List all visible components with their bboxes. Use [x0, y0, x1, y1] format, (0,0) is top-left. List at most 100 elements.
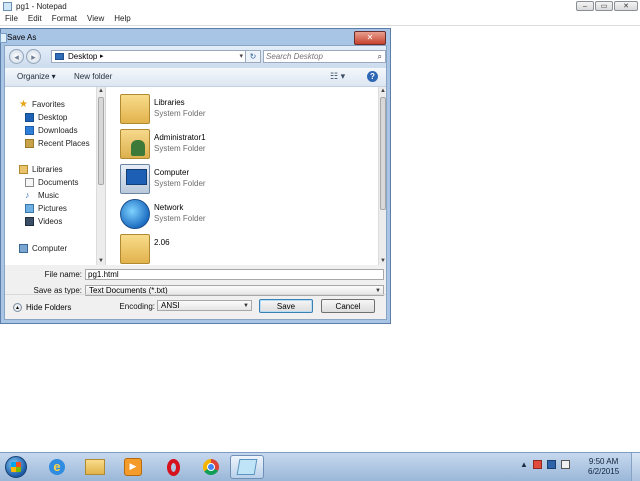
scroll-up-icon[interactable]: ▲ [380, 88, 386, 94]
dialog-icon [0, 33, 7, 43]
encoding-value: ANSI [161, 301, 180, 310]
taskbar-chrome[interactable] [194, 455, 228, 479]
navigation-bar: ◂ ▸ Desktop ▸ ▾ ↻ ⌕ [5, 46, 386, 68]
address-bar[interactable]: Desktop ▸ ▾ [51, 50, 247, 63]
nav-libraries[interactable]: Libraries [19, 163, 63, 175]
back-button[interactable]: ◂ [9, 49, 24, 64]
scroll-down-icon[interactable]: ▼ [98, 258, 104, 264]
nav-pictures-label: Pictures [38, 203, 67, 213]
file-list: Libraries System Folder Administrator1 S… [106, 87, 386, 265]
maximize-button[interactable]: ▭ [595, 1, 613, 11]
file-name-input[interactable] [88, 270, 356, 279]
taskbar-media-player[interactable]: ▶ [116, 455, 150, 479]
minimize-button[interactable]: – [576, 1, 594, 11]
view-options-button[interactable]: ☷ ▾ [330, 71, 345, 82]
desktop-icon [25, 112, 34, 122]
help-icon[interactable]: ? [367, 71, 378, 82]
menu-format[interactable]: Format [47, 13, 82, 25]
file-type: System Folder [154, 214, 206, 223]
chrome-icon [203, 459, 219, 475]
file-list-scrollbar[interactable]: ▲ ▼ [378, 87, 386, 265]
recent-places-icon [25, 138, 34, 148]
show-hidden-icons-icon[interactable]: ▲ [520, 460, 528, 469]
cancel-button[interactable]: Cancel [321, 299, 375, 313]
command-toolbar: Organize ▾ New folder ☷ ▾ ? [5, 68, 386, 87]
navigation-pane: ★ Favorites Desktop Downloads Recent Pla… [5, 87, 106, 265]
search-input[interactable] [266, 51, 370, 62]
nav-pane-scrollbar[interactable]: ▲ ▼ [96, 87, 105, 265]
network-status-icon[interactable] [546, 460, 556, 469]
encoding-label: Encoding: [119, 302, 155, 311]
taskbar-internet-explorer[interactable]: e [40, 455, 74, 479]
refresh-button[interactable]: ↻ [245, 50, 261, 63]
nav-favorites-label: Favorites [32, 99, 65, 109]
clock-time: 9:50 AM [588, 457, 619, 466]
breadcrumb-chevron-icon[interactable]: ▸ [100, 52, 104, 60]
file-type: System Folder [154, 179, 206, 188]
taskbar-windows-explorer[interactable] [78, 455, 112, 479]
scroll-down-icon[interactable]: ▼ [380, 258, 386, 264]
nav-downloads-label: Downloads [38, 125, 78, 135]
forward-button[interactable]: ▸ [26, 49, 41, 64]
address-dropdown-icon[interactable]: ▾ [239, 52, 243, 60]
star-icon: ★ [19, 98, 28, 110]
list-item[interactable]: Network System Folder [120, 199, 350, 233]
nav-music[interactable]: ♪ Music [25, 189, 59, 201]
hide-folders-label: Hide Folders [26, 303, 72, 312]
dialog-title: Save As [7, 33, 37, 42]
file-list-scroll-thumb[interactable] [380, 97, 386, 210]
nav-documents[interactable]: Documents [25, 176, 78, 188]
nav-videos[interactable]: Videos [25, 215, 62, 227]
file-name-field[interactable] [85, 269, 384, 280]
menu-file[interactable]: File [0, 13, 23, 25]
encoding-select[interactable]: ANSI ▼ [157, 300, 252, 311]
menu-view[interactable]: View [82, 13, 109, 25]
action-center-icon[interactable] [532, 460, 542, 469]
scroll-up-icon[interactable]: ▲ [98, 88, 104, 94]
nav-documents-label: Documents [38, 177, 79, 187]
taskbar-notepad[interactable] [230, 455, 264, 479]
taskbar: e ▶ ▲ 9:50 AM 6/2/2015 [0, 452, 640, 481]
nav-desktop[interactable]: Desktop [25, 111, 67, 123]
nav-pane-scroll-thumb[interactable] [98, 97, 104, 185]
computer-icon [120, 164, 150, 194]
videos-icon [25, 216, 34, 226]
menu-help[interactable]: Help [109, 13, 135, 25]
folder-icon [85, 459, 105, 475]
downloads-icon [25, 125, 34, 135]
list-item[interactable]: Administrator1 System Folder [120, 129, 350, 163]
nav-videos-label: Videos [38, 216, 63, 226]
dialog-close-button[interactable]: ✕ [354, 31, 386, 45]
organize-button[interactable]: Organize ▾ [17, 72, 56, 81]
notepad-icon [236, 459, 258, 475]
nav-recent-places-label: Recent Places [38, 138, 90, 148]
taskbar-opera[interactable] [156, 455, 190, 479]
list-item[interactable]: 2.06 [120, 234, 350, 265]
nav-libraries-label: Libraries [32, 164, 63, 174]
volume-icon[interactable] [560, 460, 570, 469]
address-location[interactable]: Desktop [68, 52, 97, 61]
file-type: System Folder [154, 109, 206, 118]
nav-favorites[interactable]: ★ Favorites [19, 98, 65, 110]
nav-pictures[interactable]: Pictures [25, 202, 67, 214]
libraries-icon [120, 94, 150, 124]
new-folder-button[interactable]: New folder [74, 72, 112, 81]
close-button[interactable]: ✕ [614, 1, 638, 11]
nav-recent-places[interactable]: Recent Places [25, 137, 90, 149]
list-item[interactable]: Libraries System Folder [120, 94, 350, 128]
system-clock[interactable]: 9:50 AM 6/2/2015 [588, 457, 619, 477]
nav-computer[interactable]: Computer [19, 242, 67, 254]
opera-icon [166, 458, 180, 476]
search-box[interactable]: ⌕ [263, 50, 386, 63]
start-button[interactable] [5, 456, 27, 478]
menu-edit[interactable]: Edit [23, 13, 47, 25]
file-name: Computer [154, 168, 190, 177]
save-button[interactable]: Save [259, 299, 313, 313]
list-item[interactable]: Computer System Folder [120, 164, 350, 198]
system-tray: ▲ [520, 460, 570, 469]
notepad-titlebar: pg1 - Notepad – ▭ ✕ [0, 0, 640, 13]
hide-folders-button[interactable]: ▴ Hide Folders [13, 303, 71, 312]
show-desktop-button[interactable] [631, 453, 640, 481]
back-arrow-icon: ◂ [14, 52, 19, 62]
nav-downloads[interactable]: Downloads [25, 124, 78, 136]
